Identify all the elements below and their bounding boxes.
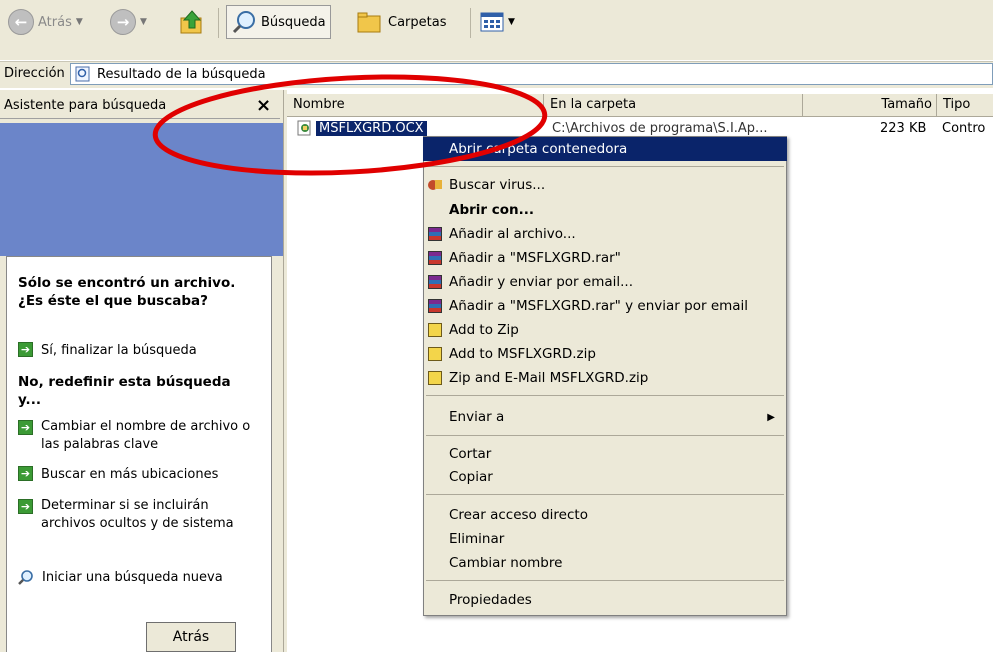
search-icon: [18, 570, 33, 585]
pane-splitter[interactable]: [283, 90, 287, 652]
column-header-type[interactable]: Tipo: [937, 94, 993, 116]
back-button[interactable]: ← Atrás ▼: [8, 6, 83, 38]
forward-button[interactable]: → ▼: [110, 6, 147, 38]
menu-separator: [426, 580, 784, 581]
file-folder: C:\Archivos de programa\S.I.Ap...: [552, 121, 768, 136]
file-row[interactable]: MSFLXGRD.OCX: [297, 120, 427, 136]
menu-item-cut[interactable]: Cortar: [423, 442, 787, 466]
back-pane-button[interactable]: Atrás: [146, 622, 236, 652]
menu-item-add-zip[interactable]: Add to Zip: [423, 318, 787, 342]
option-new-search[interactable]: Iniciar una búsqueda nueva: [18, 569, 223, 587]
address-label: Dirección: [4, 66, 65, 81]
menu-item-add-rar[interactable]: Añadir a "MSFLXGRD.rar": [423, 246, 787, 270]
search-results-icon: [75, 66, 90, 82]
found-message: Sólo se encontró un archivo. ¿Es éste el…: [18, 275, 236, 309]
search-icon: [232, 11, 255, 34]
refine-heading: No, redefinir esta búsqueda y...: [18, 374, 231, 408]
up-folder-icon: [180, 10, 202, 34]
task-pane-background: [0, 123, 283, 256]
green-arrow-icon: ➔: [18, 499, 33, 514]
menu-separator: [426, 494, 784, 495]
menu-item-add-email[interactable]: Añadir y enviar por email...: [423, 270, 787, 294]
menu-item-open-with[interactable]: Abrir con...: [423, 198, 787, 222]
winrar-icon: [428, 299, 442, 313]
menu-item-scan-virus[interactable]: Buscar virus...: [423, 173, 787, 197]
column-header-folder[interactable]: En la carpeta: [544, 94, 803, 116]
green-arrow-icon: ➔: [18, 342, 33, 357]
menu-item-properties[interactable]: Propiedades: [423, 588, 787, 612]
chevron-down-icon: ▼: [75, 17, 83, 27]
menu-item-delete[interactable]: Eliminar: [423, 527, 787, 551]
file-type: Contro: [942, 121, 986, 136]
option-finish-search[interactable]: ➔ Sí, finalizar la búsqueda: [18, 342, 197, 360]
winrar-icon: [428, 275, 442, 289]
menu-item-open-folder[interactable]: Abrir carpeta contenedora: [423, 137, 787, 161]
option-rename[interactable]: ➔ Cambiar el nombre de archivo o las pal…: [18, 418, 258, 454]
chevron-down-icon: ▼: [508, 17, 515, 27]
menu-item-rename[interactable]: Cambiar nombre: [423, 551, 787, 575]
toolbar-separator: [218, 8, 219, 38]
winzip-icon: [428, 347, 442, 361]
green-arrow-icon: ➔: [18, 420, 33, 435]
menu-item-create-shortcut[interactable]: Crear acceso directo: [423, 503, 787, 527]
winzip-icon: [428, 323, 442, 337]
search-button[interactable]: Búsqueda: [226, 5, 331, 39]
up-folder-button[interactable]: [178, 6, 206, 38]
folders-icon: [357, 12, 381, 33]
menu-item-copy[interactable]: Copiar: [423, 465, 787, 489]
menu-separator: [426, 166, 784, 167]
ocx-file-icon: [297, 120, 311, 136]
option-more-locations[interactable]: ➔ Buscar en más ubicaciones: [18, 466, 218, 484]
submenu-arrow-icon: ▶: [767, 411, 775, 423]
menu-item-zip-email[interactable]: Zip and E-Mail MSFLXGRD.zip: [423, 366, 787, 390]
menu-separator: [426, 395, 784, 396]
back-arrow-icon: ←: [8, 9, 34, 35]
search-companion-panel: [6, 256, 272, 652]
menu-separator: [426, 435, 784, 436]
close-icon[interactable]: ×: [256, 95, 271, 116]
virus-scan-icon: [428, 180, 442, 190]
menu-item-add-rar-email[interactable]: Añadir a "MSFLXGRD.rar" y enviar por ema…: [423, 294, 787, 318]
winrar-icon: [428, 251, 442, 265]
file-size: 223 KB: [880, 121, 927, 136]
winrar-icon: [428, 227, 442, 241]
column-header-size[interactable]: Tamaño: [803, 94, 937, 116]
option-hidden-files[interactable]: ➔ Determinar si se incluirán archivos oc…: [18, 497, 238, 533]
search-companion-title: Asistente para búsqueda: [4, 98, 167, 113]
views-icon: [480, 12, 504, 32]
toolbar-separator: [470, 8, 471, 38]
file-name: MSFLXGRD.OCX: [316, 120, 427, 136]
address-field[interactable]: Resultado de la búsqueda: [70, 63, 993, 85]
views-button[interactable]: ▼: [480, 6, 515, 38]
menu-item-add-to-zip-file[interactable]: Add to MSFLXGRD.zip: [423, 342, 787, 366]
winzip-icon: [428, 371, 442, 385]
green-arrow-icon: ➔: [18, 466, 33, 481]
chevron-down-icon: ▼: [140, 17, 147, 27]
menu-item-send-to[interactable]: Enviar a ▶: [423, 405, 787, 429]
menu-item-add-archive[interactable]: Añadir al archivo...: [423, 222, 787, 246]
forward-arrow-icon: →: [110, 9, 136, 35]
folders-button[interactable]: Carpetas: [356, 6, 446, 38]
column-header-name[interactable]: Nombre: [287, 94, 544, 116]
